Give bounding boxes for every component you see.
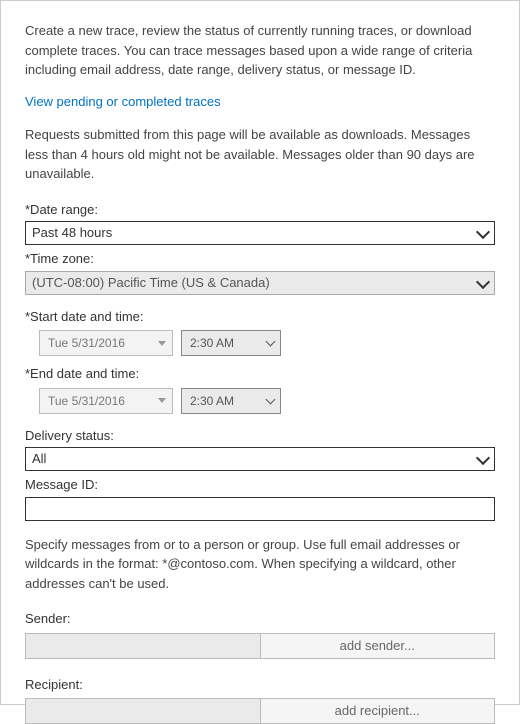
end-datetime-label: *End date and time: bbox=[25, 364, 495, 384]
end-time-picker[interactable]: 2:30 AM bbox=[181, 388, 281, 414]
add-recipient-button[interactable]: add recipient... bbox=[261, 698, 496, 724]
addresses-note: Specify messages from or to a person or … bbox=[25, 535, 495, 594]
intro-text: Create a new trace, review the status of… bbox=[25, 21, 495, 80]
start-time-value: 2:30 AM bbox=[190, 334, 234, 352]
end-date-value: Tue 5/31/2016 bbox=[48, 392, 125, 410]
delivery-status-select[interactable]: All bbox=[25, 447, 495, 471]
message-id-label: Message ID: bbox=[25, 475, 495, 495]
chevron-down-icon bbox=[266, 337, 276, 347]
recipient-input[interactable] bbox=[25, 698, 261, 724]
message-id-input[interactable] bbox=[25, 497, 495, 521]
chevron-down-icon bbox=[158, 398, 166, 403]
delivery-status-value: All bbox=[32, 449, 46, 469]
chevron-down-icon bbox=[158, 341, 166, 346]
start-date-value: Tue 5/31/2016 bbox=[48, 334, 125, 352]
sender-label: Sender: bbox=[25, 609, 495, 629]
end-time-value: 2:30 AM bbox=[190, 392, 234, 410]
start-date-picker[interactable]: Tue 5/31/2016 bbox=[39, 330, 173, 356]
time-zone-select[interactable]: (UTC-08:00) Pacific Time (US & Canada) bbox=[25, 271, 495, 295]
start-datetime-label: *Start date and time: bbox=[25, 307, 495, 327]
date-range-label: *Date range: bbox=[25, 200, 495, 220]
date-range-select[interactable]: Past 48 hours bbox=[25, 221, 495, 245]
end-date-picker[interactable]: Tue 5/31/2016 bbox=[39, 388, 173, 414]
add-sender-label: add sender... bbox=[340, 636, 415, 656]
start-time-picker[interactable]: 2:30 AM bbox=[181, 330, 281, 356]
availability-note: Requests submitted from this page will b… bbox=[25, 125, 495, 184]
delivery-status-label: Delivery status: bbox=[25, 426, 495, 446]
time-zone-value: (UTC-08:00) Pacific Time (US & Canada) bbox=[32, 273, 270, 293]
chevron-down-icon bbox=[266, 394, 276, 404]
add-sender-button[interactable]: add sender... bbox=[261, 633, 496, 659]
date-range-value: Past 48 hours bbox=[32, 223, 112, 243]
sender-input[interactable] bbox=[25, 633, 261, 659]
recipient-label: Recipient: bbox=[25, 675, 495, 695]
time-zone-label: *Time zone: bbox=[25, 249, 495, 269]
add-recipient-label: add recipient... bbox=[335, 701, 420, 721]
view-traces-link[interactable]: View pending or completed traces bbox=[25, 92, 221, 112]
